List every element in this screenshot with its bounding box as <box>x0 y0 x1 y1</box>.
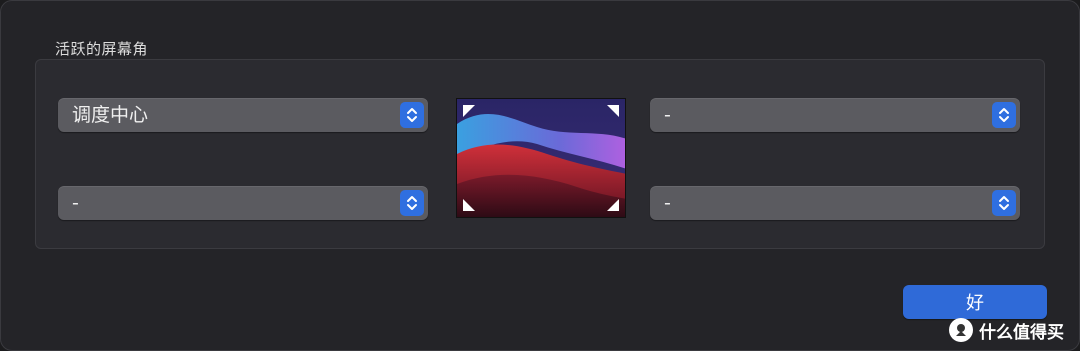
ok-button[interactable]: 好 <box>903 285 1047 319</box>
corner-top-left-icon <box>463 105 475 117</box>
dialog-sheet: 活跃的屏幕角 调度中心 - - - 好 什么值得买 <box>0 0 1080 351</box>
popup-top-right[interactable]: - <box>650 98 1020 132</box>
chevron-up-down-icon[interactable] <box>400 190 424 216</box>
screen-preview <box>456 98 626 218</box>
popup-bottom-left[interactable]: - <box>58 186 428 220</box>
popup-bottom-right-value: - <box>664 192 671 214</box>
watermark-logo-icon <box>949 318 973 342</box>
chevron-up-down-icon[interactable] <box>400 102 424 128</box>
watermark-text: 什么值得买 <box>979 322 1064 343</box>
corner-bottom-left-icon <box>463 199 475 211</box>
popup-top-left[interactable]: 调度中心 <box>58 98 428 132</box>
watermark: 什么值得买 <box>949 315 1064 345</box>
corner-bottom-right-icon <box>607 199 619 211</box>
wallpaper-image <box>457 99 625 217</box>
corner-top-right-icon <box>607 105 619 117</box>
popup-bottom-left-value: - <box>72 192 79 214</box>
popup-top-left-value: 调度中心 <box>72 104 149 126</box>
chevron-up-down-icon[interactable] <box>992 102 1016 128</box>
popup-top-right-value: - <box>664 104 671 126</box>
popup-bottom-right[interactable]: - <box>650 186 1020 220</box>
section-title: 活跃的屏幕角 <box>55 40 149 58</box>
chevron-up-down-icon[interactable] <box>992 190 1016 216</box>
